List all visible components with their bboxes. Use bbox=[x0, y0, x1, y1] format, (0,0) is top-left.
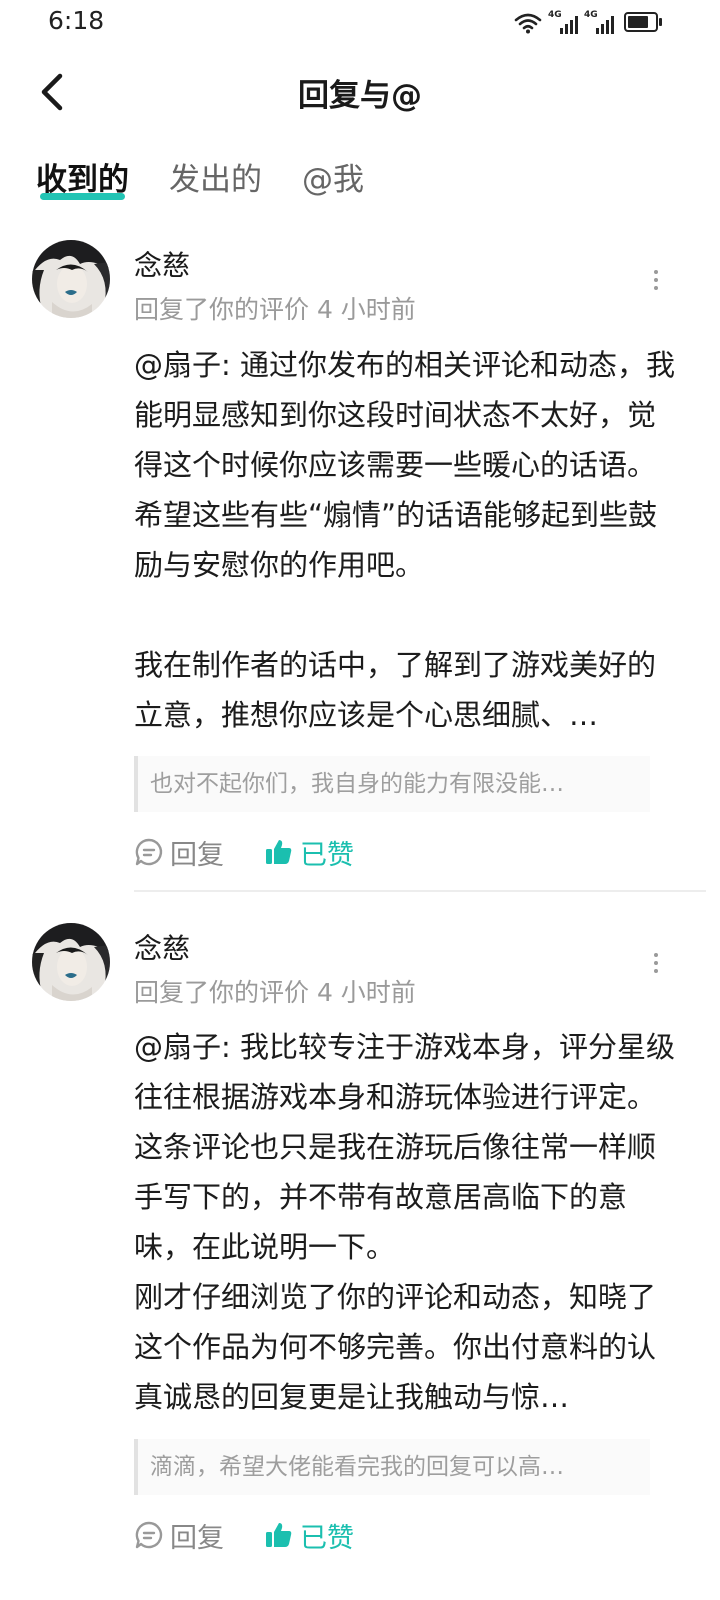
reply-label: 回复 bbox=[170, 839, 224, 871]
author-name[interactable]: 念慈 bbox=[134, 244, 190, 284]
thumbs-up-icon bbox=[266, 840, 292, 864]
status-bar: 6:18 4G 4G bbox=[0, 0, 720, 44]
more-options-button[interactable] bbox=[646, 266, 666, 300]
reply-paragraph bbox=[134, 590, 679, 640]
notification-meta: 回复了你的评价 4 小时前 bbox=[134, 978, 416, 1007]
more-options-button[interactable] bbox=[646, 949, 666, 983]
status-time: 6:18 bbox=[48, 6, 105, 35]
page-title: 回复与@ bbox=[298, 78, 422, 114]
like-button[interactable]: 已赞 bbox=[264, 833, 354, 872]
quoted-review[interactable]: 也对不起你们，我自身的能力有限没能… bbox=[134, 756, 650, 812]
comment-icon bbox=[135, 1521, 163, 1549]
reply-paragraph: 我在制作者的话中，了解到了游戏美好的立意，推想你应该是个心思细腻、… bbox=[134, 648, 657, 732]
tab-sent[interactable]: 发出的 bbox=[169, 154, 262, 210]
tab-received[interactable]: 收到的 bbox=[36, 154, 129, 210]
reply-button[interactable]: 回复 bbox=[134, 1516, 224, 1555]
title-bar: 回复与@ bbox=[0, 50, 720, 134]
comment-icon bbox=[135, 838, 163, 866]
reply-content[interactable]: @扇子: 通过你发布的相关评论和动态，我能明显感知到你这段时间状态不太好，觉得这… bbox=[134, 340, 679, 740]
reply-paragraph: @扇子: 通过你发布的相关评论和动态，我能明显感知到你这段时间状态不太好，觉得这… bbox=[134, 348, 675, 582]
action-row: 回复 已赞 bbox=[134, 832, 354, 872]
divider bbox=[134, 890, 706, 892]
avatar[interactable] bbox=[32, 240, 110, 318]
reply-paragraph: @扇子: 我比较专注于游戏本身，评分星级往往根据游戏本身和游玩体验进行评定。这条… bbox=[134, 1030, 675, 1264]
reply-paragraph: 刚才仔细浏览了你的评论和动态，知晓了这个作品为何不够完善。你出付意料的认真诚恳的… bbox=[134, 1280, 657, 1414]
signal-icon-sim1: 4G bbox=[548, 10, 578, 34]
avatar[interactable] bbox=[32, 923, 110, 1001]
reply-content[interactable]: @扇子: 我比较专注于游戏本身，评分星级往往根据游戏本身和游玩体验进行评定。这条… bbox=[134, 1022, 679, 1422]
action-row: 回复 已赞 bbox=[134, 1515, 354, 1555]
like-label: 已赞 bbox=[300, 1522, 354, 1554]
thumbs-up-icon bbox=[266, 1523, 292, 1547]
author-name[interactable]: 念慈 bbox=[134, 927, 190, 967]
reply-label: 回复 bbox=[170, 1522, 224, 1554]
tab-bar: 收到的 发出的 @我 bbox=[36, 154, 364, 210]
battery-icon bbox=[624, 12, 662, 32]
status-icons: 4G 4G bbox=[514, 10, 662, 34]
signal-icon-sim2: 4G bbox=[584, 10, 614, 34]
like-button[interactable]: 已赞 bbox=[264, 1516, 354, 1555]
like-label: 已赞 bbox=[300, 839, 354, 871]
quoted-review[interactable]: 滴滴，希望大佬能看完我的回复可以高… bbox=[134, 1439, 650, 1495]
wifi-icon bbox=[514, 13, 542, 34]
tab-mentions[interactable]: @我 bbox=[302, 154, 364, 210]
notification-meta: 回复了你的评价 4 小时前 bbox=[134, 295, 416, 324]
reply-button[interactable]: 回复 bbox=[134, 833, 224, 872]
